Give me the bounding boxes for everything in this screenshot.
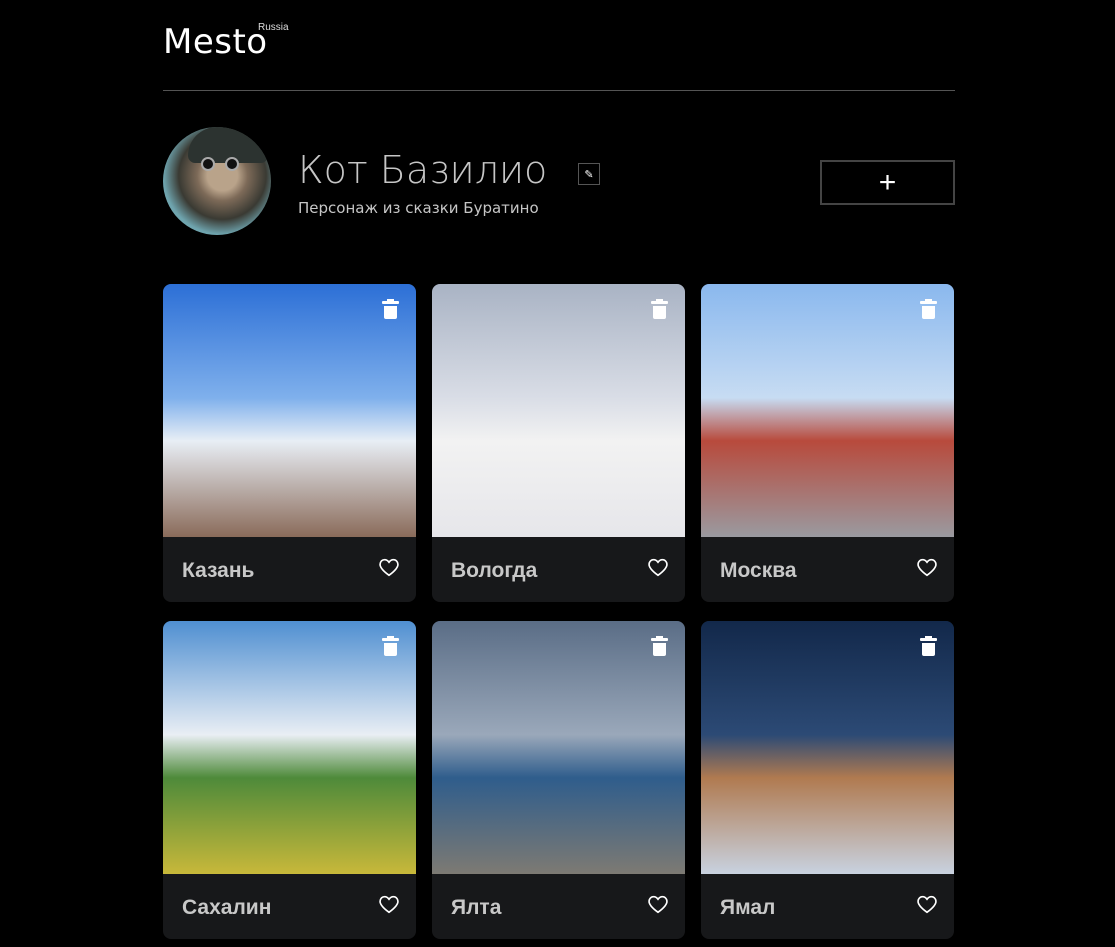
logo-subtitle: Russia <box>258 22 289 33</box>
card-title: Сахалин <box>182 896 272 919</box>
heart-icon[interactable] <box>378 556 400 578</box>
card-title: Ямал <box>720 896 776 919</box>
heart-icon[interactable] <box>378 893 400 915</box>
heart-icon[interactable] <box>916 893 938 915</box>
card-title: Ялта <box>451 896 502 919</box>
trash-icon[interactable] <box>920 299 937 319</box>
trash-icon[interactable] <box>382 636 399 656</box>
heart-icon[interactable] <box>916 556 938 578</box>
card: Сахалин <box>163 621 416 939</box>
header: Mesto Russia <box>163 0 955 91</box>
card: Казань <box>163 284 416 602</box>
heart-icon[interactable] <box>647 893 669 915</box>
card: Ямал <box>701 621 954 939</box>
card-image[interactable] <box>163 621 416 874</box>
profile-about: Персонаж из сказки Буратино <box>298 199 539 217</box>
card: Ялта <box>432 621 685 939</box>
card-title: Вологда <box>451 559 538 582</box>
card-image[interactable] <box>701 284 954 537</box>
trash-icon[interactable] <box>651 636 668 656</box>
card-image[interactable] <box>163 284 416 537</box>
profile-name: Кот Базилио <box>298 148 548 192</box>
card: Вологда <box>432 284 685 602</box>
card-image[interactable] <box>701 621 954 874</box>
card: Москва <box>701 284 954 602</box>
card-title: Москва <box>720 559 797 582</box>
logo[interactable]: Mesto <box>163 22 268 62</box>
heart-icon[interactable] <box>647 556 669 578</box>
cards-grid: Казань Вологда Москва Сахалин Ялта Ямал <box>163 284 955 939</box>
card-image[interactable] <box>432 284 685 537</box>
card-title: Казань <box>182 559 255 582</box>
trash-icon[interactable] <box>920 636 937 656</box>
pencil-icon: ✎ <box>584 168 594 181</box>
trash-icon[interactable] <box>651 299 668 319</box>
card-image[interactable] <box>432 621 685 874</box>
plus-icon: + <box>878 165 897 199</box>
edit-profile-button[interactable]: ✎ <box>578 163 600 185</box>
add-card-button[interactable]: + <box>820 160 955 205</box>
avatar[interactable] <box>163 127 271 235</box>
trash-icon[interactable] <box>382 299 399 319</box>
